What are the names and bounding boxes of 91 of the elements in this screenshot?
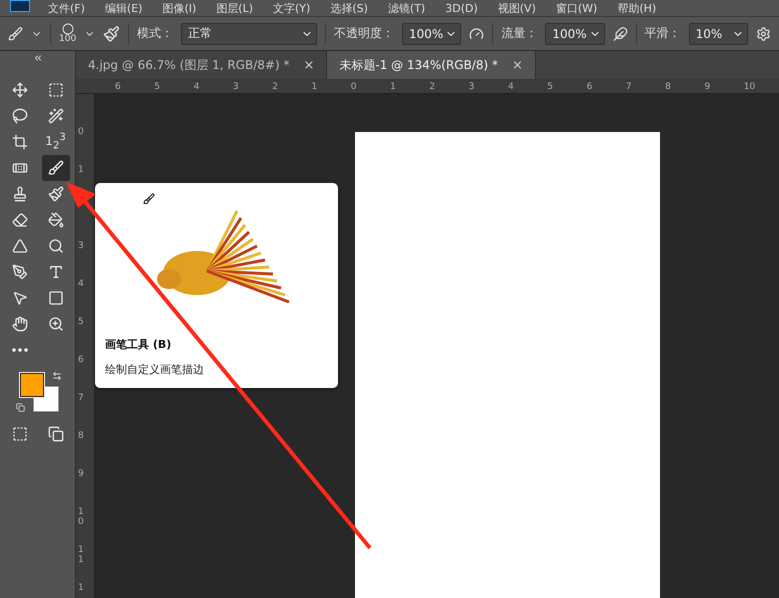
tooltip-title: 画笔工具 (B) [105,337,172,352]
hand-icon [12,316,28,332]
dodge-icon [48,238,64,254]
opacity-field[interactable]: 100% [402,22,462,44]
menu-item[interactable]: 滤镜(T) [388,0,426,16]
flow-label: 流量： [501,25,538,42]
ruler-number: 10 [77,507,85,529]
ruler-number: 8 [77,431,85,443]
app-logo-icon [10,0,30,12]
pointer-icon [12,290,28,306]
tooltip-description: 绘制自定义画笔描边 [105,362,205,377]
menu-item[interactable]: 文件(F) [48,0,85,16]
background-color-swatch[interactable] [32,386,58,412]
tab-close[interactable]: × [303,58,314,72]
ruler-number: 10 [744,81,756,93]
default-colors-icon[interactable] [16,403,24,412]
tab-title: 4.jpg @ 66.7% (图层 1, RGB/8#) * [88,56,290,74]
ruler-number: 1 [77,583,85,595]
quick-select-icon [48,108,64,124]
ruler-number: 2 [272,81,279,93]
swap-colors-icon[interactable] [52,371,62,381]
brush-tool[interactable] [42,155,70,181]
ruler-number: 5 [547,81,554,93]
ruler-number: 4 [77,279,85,291]
pressure-icon[interactable] [469,26,484,42]
menu-item[interactable]: 帮助(H) [617,0,656,16]
opacity-label: 不透明度： [334,25,394,42]
screen-mode-icon [48,426,64,442]
object-select-icon [12,108,28,124]
foreground-color-swatch[interactable] [20,373,44,397]
smoothing-field[interactable]: 10% [688,22,748,44]
flow-field[interactable]: 100% [545,22,605,44]
pen-icon [12,264,28,280]
menu-item[interactable]: 窗口(W) [556,0,598,16]
brush-icon [48,160,64,176]
ruler-number: 3 [468,81,476,93]
ruler-number: 2 [429,81,436,93]
move-icon [12,82,28,98]
ruler-number: 6 [115,81,122,93]
menu-item[interactable]: 选择(S) [330,0,368,16]
ruler-number: 11 [77,545,85,567]
ruler-number: 4 [194,81,200,93]
ruler-number: 8 [665,81,672,93]
collapse-icon[interactable] [32,53,42,63]
bucket-icon [48,212,64,228]
blur-icon [12,238,28,254]
eraser-icon [12,212,28,228]
ruler-number: 1 [311,81,318,93]
ruler-number: 6 [586,81,594,93]
ruler-number: 1 [77,165,85,177]
crop-icon [12,134,28,150]
ruler-number: 9 [704,81,712,93]
airbrush-icon[interactable] [612,26,628,42]
menu-item[interactable]: 编辑(E) [104,0,142,16]
ruler-number: 1 [390,81,397,93]
menu-item[interactable]: 3D(D) [445,2,478,14]
smoothing-label: 平滑： [644,25,681,42]
ruler-number: 9 [77,469,85,481]
ruler-number: 6 [77,355,85,367]
brush-cursor-icon [143,193,155,205]
mode-label: 模式： [137,25,174,42]
brush-tip-icon[interactable] [62,23,74,35]
ruler-number: 5 [77,317,85,329]
ruler-number: 0 [77,127,85,139]
menu-item[interactable]: 图层(L) [216,0,254,16]
ruler-number: 3 [77,241,85,253]
brush-size: 100 [59,35,76,44]
mode-dropdown[interactable]: 正常 [181,22,318,44]
ruler-number: 0 [350,81,358,93]
stamp-icon [12,186,28,202]
rectangle-icon [48,290,64,306]
zoom-icon [48,316,64,332]
history-brush-icon [48,186,64,202]
ruler-number: 7 [626,81,633,93]
menu-item[interactable]: 图像(I) [162,0,196,16]
ruler-number: 5 [154,81,162,93]
tab-title: 未标题-1 @ 134%(RGB/8) * [339,56,498,74]
tab-close[interactable]: × [512,58,523,72]
ruler-number: 7 [77,393,85,405]
menu-item[interactable]: 文字(Y) [273,0,310,16]
ruler-number: 4 [508,81,515,93]
brush-settings-icon[interactable] [103,24,120,42]
type-icon [48,264,64,280]
quick-mask-icon [12,426,28,442]
brush-preset-icon[interactable] [8,26,23,42]
document-tab[interactable]: 未标题-1 @ 134%(RGB/8) * × [327,51,536,79]
settings-icon[interactable] [756,26,772,42]
menu-item[interactable]: 视图(V) [498,0,536,16]
more-icon [12,348,28,352]
marquee-icon [48,82,64,98]
ruler-number: 3 [232,81,240,93]
